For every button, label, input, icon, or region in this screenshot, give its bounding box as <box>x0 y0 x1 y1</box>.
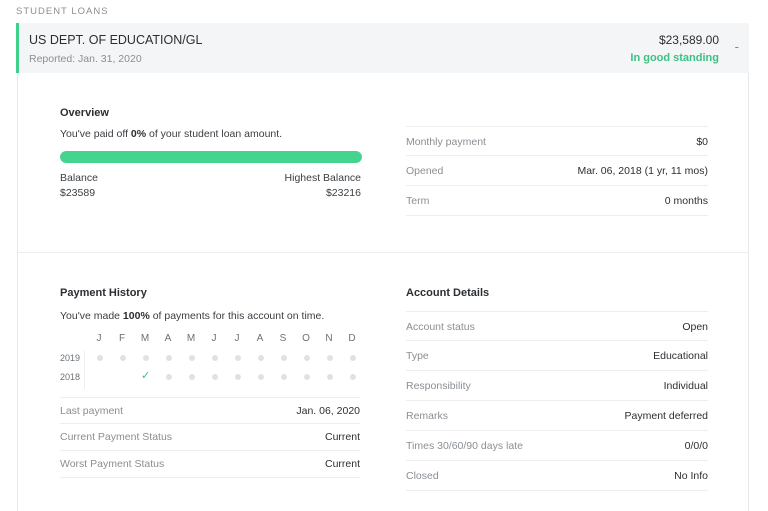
details-row-remarks: Remarks Payment deferred <box>406 401 708 431</box>
grid-year-separator <box>84 351 85 389</box>
reported-date: Reported: Jan. 31, 2020 <box>29 53 142 65</box>
month-label: S <box>279 333 287 344</box>
account-header[interactable]: US DEPT. OF EDUCATION/GL Reported: Jan. … <box>16 23 749 73</box>
month-label: J <box>96 333 102 344</box>
balance-value: $23589 <box>60 187 96 199</box>
payment-dot <box>327 374 333 380</box>
status-badge: In good standing <box>630 52 719 64</box>
details-row-type: Type Educational <box>406 341 708 371</box>
highest-balance-value: $23216 <box>325 187 361 199</box>
month-label: M <box>140 333 150 344</box>
details-row-closed: Closed No Info <box>406 461 708 491</box>
overview-row-monthly-payment: Monthly payment $0 <box>406 126 708 156</box>
payment-dot <box>120 355 126 361</box>
history-row-last-payment: Last payment Jan. 06, 2020 <box>60 397 360 424</box>
collapse-icon[interactable]: - <box>735 39 739 54</box>
payment-dot <box>258 374 264 380</box>
overview-title: Overview <box>60 107 109 119</box>
payment-dot <box>327 355 333 361</box>
details-row-times-late: Times 30/60/90 days late 0/0/0 <box>406 431 708 461</box>
payment-dot <box>304 355 310 361</box>
month-header-row: JFMAMJJASOND <box>60 333 360 347</box>
on-time-percent: 100% <box>122 310 150 322</box>
month-label: J <box>234 333 240 344</box>
highest-balance-label: Highest Balance <box>284 172 361 184</box>
month-label: M <box>186 333 196 344</box>
account-details-title: Account Details <box>406 287 490 299</box>
payment-dot <box>258 355 264 361</box>
check-icon: ✓ <box>141 370 151 382</box>
payment-dot <box>97 355 103 361</box>
payment-dot <box>235 355 241 361</box>
details-row-responsibility: Responsibility Individual <box>406 371 708 401</box>
paid-off-text: You've paid off 0% of your student loan … <box>60 128 283 140</box>
section-label: STUDENT LOANS <box>16 6 109 17</box>
month-label: J <box>211 333 217 344</box>
section-divider <box>18 252 748 253</box>
month-label: F <box>118 333 126 344</box>
payment-history-title: Payment History <box>60 287 147 299</box>
payment-dot <box>235 374 241 380</box>
account-amount: $23,589.00 <box>658 33 719 47</box>
on-time-text: You've made 100% of payments for this ac… <box>60 310 325 322</box>
payment-dot <box>189 355 195 361</box>
overview-row-opened: Opened Mar. 06, 2018 (1 yr, 11 mos) <box>406 156 708 186</box>
details-row-account-status: Account status Open <box>406 311 708 341</box>
paid-off-percent: 0% <box>130 128 147 140</box>
payment-dot <box>212 374 218 380</box>
year-label: 2018 <box>60 372 81 382</box>
payment-dot <box>166 374 172 380</box>
progress-fill <box>60 151 362 163</box>
payment-dot <box>281 374 287 380</box>
student-loan-card: US DEPT. OF EDUCATION/GL Reported: Jan. … <box>16 23 749 511</box>
history-row-worst-status: Worst Payment Status Current <box>60 451 360 478</box>
month-label: D <box>348 333 356 344</box>
payment-dot <box>166 355 172 361</box>
month-label: A <box>164 333 172 344</box>
paid-off-progress-bar <box>60 151 362 163</box>
payment-dot <box>350 355 356 361</box>
year-label: 2019 <box>60 353 81 363</box>
payment-dot <box>212 355 218 361</box>
payment-dot <box>350 374 356 380</box>
balance-label: Balance <box>60 172 98 184</box>
history-row-current-status: Current Payment Status Current <box>60 424 360 451</box>
creditor-name: US DEPT. OF EDUCATION/GL <box>29 33 203 47</box>
overview-row-term: Term 0 months <box>406 186 708 216</box>
payment-dot <box>304 374 310 380</box>
month-label: O <box>302 333 310 344</box>
payment-dot <box>143 355 149 361</box>
month-label: N <box>325 333 333 344</box>
month-label: A <box>256 333 264 344</box>
payment-dot <box>281 355 287 361</box>
payment-dot <box>189 374 195 380</box>
